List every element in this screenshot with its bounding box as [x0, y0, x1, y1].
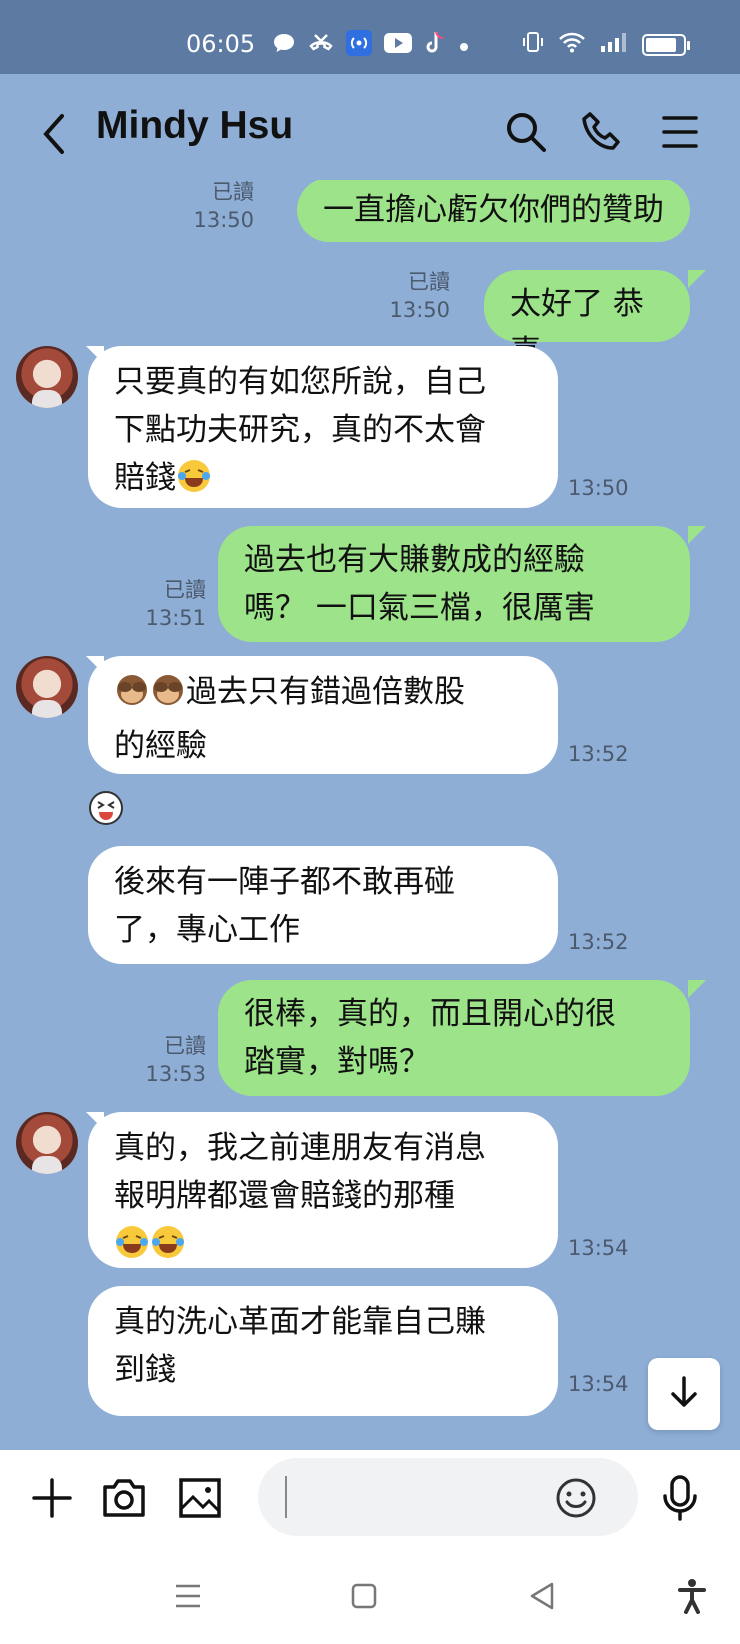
message-line: 下點功夫研究，真的不太會 [114, 412, 486, 448]
outgoing-message[interactable]: 很棒，真的，而且開心的很 踏實，對嗎？ [218, 980, 690, 1096]
search-icon[interactable] [498, 104, 554, 160]
message-line: 賠錢 [114, 460, 176, 496]
see-no-evil-monkey-icon [114, 672, 150, 722]
laughing-emoji-icon [114, 1224, 150, 1274]
message-line: 很棒，真的，而且開心的很 [244, 996, 616, 1032]
wifi-icon [558, 31, 586, 58]
avatar[interactable] [16, 1112, 78, 1174]
bubble-tail [688, 526, 706, 544]
sticker-icon[interactable] [88, 790, 124, 826]
bubble-tail [688, 270, 706, 288]
incoming-message[interactable]: 真的洗心革面才能靠自己賺 到錢 [88, 1286, 558, 1416]
avatar[interactable] [16, 656, 78, 718]
youtube-icon [384, 33, 412, 58]
message-line: 過去只有錯過倍數股 [186, 674, 465, 710]
system-status-icons [522, 30, 690, 59]
dot-icon [458, 34, 470, 58]
menu-icon[interactable] [652, 104, 708, 160]
outgoing-message[interactable]: 一直擔心虧欠你們的贊助 [297, 180, 690, 242]
laughing-emoji-icon [150, 1224, 186, 1274]
chat-notification-icon [272, 32, 296, 59]
plus-icon[interactable] [24, 1470, 80, 1526]
chat-header: Mindy Hsu [0, 74, 740, 192]
accessibility-icon[interactable] [670, 1574, 714, 1618]
read-receipt: 已讀 [212, 180, 254, 204]
bubble-tail [688, 980, 706, 998]
message-line: 報明牌都還會賠錢的那種 [114, 1178, 455, 1214]
incoming-message[interactable]: 真的，我之前連朋友有消息 報明牌都還會賠錢的那種 [88, 1112, 558, 1268]
camera-icon[interactable] [96, 1470, 152, 1526]
microphone-icon[interactable] [652, 1470, 708, 1526]
status-time: 06:05 [186, 30, 256, 58]
system-nav-bar [0, 1544, 740, 1644]
contact-name[interactable]: Mindy Hsu [96, 104, 293, 148]
laughing-emoji-icon [176, 458, 212, 508]
read-receipt: 已讀 [408, 270, 450, 294]
signal-icon [600, 31, 628, 58]
notification-icons [272, 30, 470, 61]
missed-call-icon [308, 32, 334, 59]
message-input-bar [0, 1450, 740, 1544]
message-line: 踏實，對嗎？ [244, 1044, 430, 1080]
outgoing-message[interactable]: 過去也有大賺數成的經驗 嗎？ 一口氣三檔，很厲害 [218, 526, 690, 642]
avatar[interactable] [16, 346, 78, 408]
message-text: 一直擔心虧欠你們的贊助 [323, 192, 664, 228]
message-line: 了，專心工作 [114, 912, 300, 948]
incoming-message[interactable]: 過去只有錯過倍數股 的經驗 [88, 656, 558, 774]
message-meta: 已讀 13:53 [145, 1032, 206, 1088]
chat-area[interactable]: 已讀 13:50 一直擔心虧欠你們的贊助 已讀 13:50 太好了 恭喜 只要真… [0, 180, 740, 1450]
message-time: 13:54 [568, 1372, 629, 1396]
message-time: 13:53 [145, 1062, 206, 1086]
read-receipt: 已讀 [164, 1034, 206, 1058]
message-line: 後來有一陣子都不敢再碰 [114, 864, 455, 900]
message-line: 真的洗心革面才能靠自己賺 [114, 1304, 486, 1340]
message-time: 13:50 [568, 476, 629, 500]
message-meta: 已讀 13:50 [389, 268, 450, 324]
message-time: 13:54 [568, 1236, 629, 1260]
message-time: 13:52 [568, 930, 629, 954]
emoji-icon[interactable] [548, 1470, 604, 1526]
scroll-down-icon [666, 1374, 702, 1414]
message-line: 只要真的有如您所說，自己 [114, 364, 486, 400]
message-line: 到錢 [114, 1352, 176, 1388]
see-no-evil-monkey-icon [150, 672, 186, 722]
scroll-to-bottom-button[interactable] [648, 1358, 720, 1430]
broadcast-icon [346, 30, 372, 61]
message-time: 13:52 [568, 742, 629, 766]
nav-menu-icon[interactable] [166, 1574, 210, 1618]
message-line: 過去也有大賺數成的經驗 [244, 542, 585, 578]
status-bar: 06:05 [0, 0, 740, 74]
message-line: 嗎？ 一口氣三檔，很厲害 [244, 590, 595, 626]
message-time: 13:51 [145, 606, 206, 630]
tiktok-icon [424, 30, 446, 61]
read-receipt: 已讀 [164, 578, 206, 602]
vibrate-icon [522, 30, 544, 59]
back-icon[interactable] [36, 106, 76, 162]
incoming-message[interactable]: 後來有一陣子都不敢再碰 了，專心工作 [88, 846, 558, 964]
nav-home-icon[interactable] [342, 1574, 386, 1618]
image-icon[interactable] [172, 1470, 228, 1526]
battery-icon [642, 33, 690, 56]
message-meta: 已讀 13:51 [145, 576, 206, 632]
message-meta: 已讀 13:50 [193, 180, 254, 234]
message-time: 13:50 [193, 208, 254, 232]
outgoing-message[interactable]: 太好了 恭喜 [484, 270, 690, 370]
phone-icon[interactable] [574, 104, 630, 160]
message-line: 的經驗 [114, 728, 207, 764]
message-time: 13:50 [389, 298, 450, 322]
nav-back-icon[interactable] [520, 1574, 564, 1618]
text-cursor [285, 1476, 287, 1518]
message-line: 真的，我之前連朋友有消息 [114, 1130, 486, 1166]
incoming-message[interactable]: 只要真的有如您所說，自己 下點功夫研究，真的不太會 賠錢 [88, 346, 558, 508]
battery-level [646, 37, 676, 52]
